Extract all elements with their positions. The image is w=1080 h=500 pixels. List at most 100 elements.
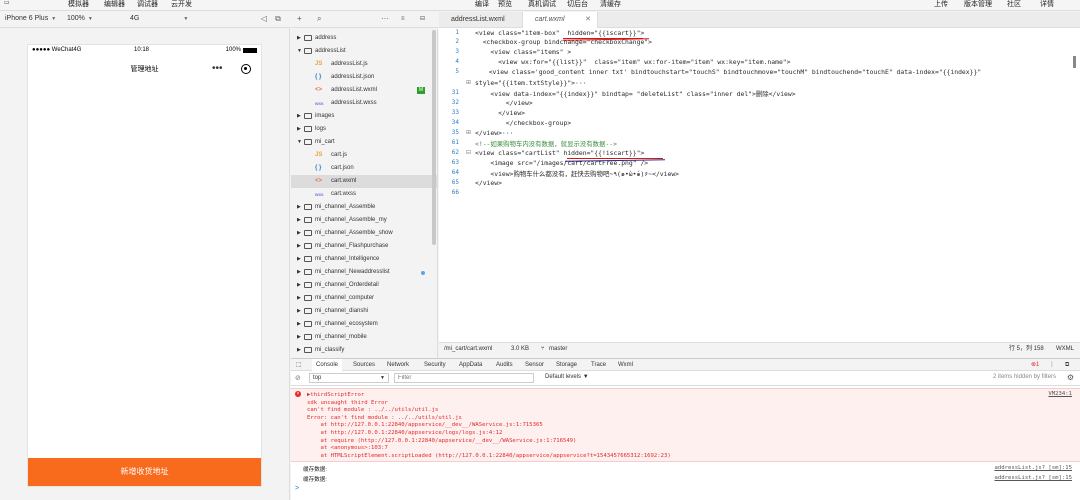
fold-icon[interactable]: ⊞	[466, 79, 471, 86]
gear-icon[interactable]: ⚙	[1067, 373, 1074, 382]
menu-upload[interactable]: 上传	[934, 0, 948, 9]
error-count-badge[interactable]: ⊗1	[1031, 359, 1039, 371]
chevron-down-icon[interactable]: ▼	[297, 45, 302, 58]
language-mode[interactable]: WXML	[1056, 343, 1074, 355]
detach-icon[interactable]: ⧉	[273, 14, 283, 24]
menu-preview[interactable]: 预览	[498, 0, 512, 9]
error-line[interactable]: at http://127.0.0.1:22840/appservice/__d…	[307, 422, 542, 428]
file-row[interactable]: <> addressList.wxml M	[291, 84, 437, 97]
context-select[interactable]: top ▼	[309, 373, 389, 383]
filetree-scrollbar[interactable]	[432, 30, 436, 245]
add-file-icon[interactable]: +	[297, 14, 302, 24]
error-line[interactable]: at <anonymous>:103:7	[307, 445, 387, 451]
chevron-right-icon[interactable]: ▶	[297, 253, 301, 266]
menu-community[interactable]: 社区	[1007, 0, 1021, 9]
chevron-right-icon[interactable]: ▶	[297, 344, 301, 357]
folder-row[interactable]: ▶ mi_channel_dianshi	[291, 305, 437, 318]
file-row[interactable]: { } addressList.json	[291, 71, 437, 84]
close-target-icon[interactable]	[241, 64, 251, 74]
folder-row[interactable]: ▶ mi_channel_Assemble	[291, 201, 437, 214]
folder-row[interactable]: ▶ mi_channel_computer	[291, 292, 437, 305]
folder-row[interactable]: ▶ mi_channel_Newaddresslist	[291, 266, 437, 279]
tab-console[interactable]: Console	[312, 359, 343, 371]
menu-remote-debug[interactable]: 真机调试	[528, 0, 556, 9]
folder-row[interactable]: ▶ images	[291, 110, 437, 123]
chevron-right-icon[interactable]: ▶	[297, 331, 301, 344]
log-source-link[interactable]: addressList.js? [sm]:15	[995, 465, 1072, 471]
chevron-right-icon[interactable]: ▶	[297, 214, 301, 227]
folder-row[interactable]: ▶ mi_channel_mobile	[291, 331, 437, 344]
chevron-right-icon[interactable]: ▶	[297, 318, 301, 331]
folder-row[interactable]: ▶ mi_channel_ecosystem	[291, 318, 437, 331]
more-icon[interactable]: ···	[381, 14, 389, 24]
more-dots-icon[interactable]: •••	[212, 62, 223, 76]
chevron-right-icon[interactable]: ▶	[297, 292, 301, 305]
mute-icon[interactable]: ◁	[259, 14, 269, 24]
tab-audits[interactable]: Audits	[496, 359, 513, 371]
sort-icon[interactable]: ≡	[401, 14, 405, 24]
tab-storage[interactable]: Storage	[556, 359, 577, 371]
filter-input[interactable]	[394, 373, 534, 383]
fold-icon[interactable]: ⊟	[466, 149, 471, 156]
chevron-right-icon[interactable]: ▶	[297, 240, 301, 253]
fold-icon[interactable]: ⊞	[466, 129, 471, 136]
error-source-link[interactable]: VM234:1	[1048, 391, 1072, 397]
add-address-button[interactable]: 新增收货地址	[28, 458, 261, 486]
tab-sources[interactable]: Sources	[353, 359, 375, 371]
tab-appdata[interactable]: AppData	[459, 359, 482, 371]
chevron-right-icon[interactable]: ▶	[297, 201, 301, 214]
folder-row[interactable]: ▶ mi_channel_Flashpurchase	[291, 240, 437, 253]
tab-wxml[interactable]: Wxml	[618, 359, 633, 371]
log-source-link[interactable]: addressList.js? [sm]:15	[995, 475, 1072, 481]
menu-clear-cache[interactable]: 清缓存	[600, 0, 621, 9]
tab-trace[interactable]: Trace	[591, 359, 606, 371]
device-select[interactable]: iPhone 6 Plus ▼	[5, 15, 56, 22]
menu-editor[interactable]: 编辑器	[104, 0, 125, 9]
more-vert-icon[interactable]: ⋮	[1049, 359, 1055, 371]
folder-row[interactable]: ▶ logs	[291, 123, 437, 136]
editor-scrollbar[interactable]	[1073, 56, 1076, 68]
file-row[interactable]: { } cart.json	[291, 162, 437, 175]
chevron-right-icon[interactable]: ▶	[297, 123, 301, 136]
error-line[interactable]: at HTMLScriptElement.scriptLoaded (http:…	[307, 453, 670, 459]
dock-icon[interactable]: ⧉	[1065, 359, 1069, 371]
folder-row[interactable]: ▼ addressList	[291, 45, 437, 58]
tab-security[interactable]: Security	[424, 359, 446, 371]
cursor-position[interactable]: 行 5，列 158	[1009, 343, 1044, 355]
menu-simulator[interactable]: 模拟器	[68, 0, 89, 9]
chevron-right-icon[interactable]: ▶	[297, 305, 301, 318]
folder-row[interactable]: ▶ mi_classify	[291, 344, 437, 357]
file-row[interactable]: <> cart.wxml	[291, 175, 437, 188]
tab-sensor[interactable]: Sensor	[525, 359, 544, 371]
folder-row[interactable]: ▼ mi_cart	[291, 136, 437, 149]
git-branch[interactable]: master	[549, 343, 567, 355]
chevron-down-icon[interactable]: ▼	[297, 136, 302, 149]
menu-background[interactable]: 切后台	[567, 0, 588, 9]
zoom-select[interactable]: 100% ▼	[67, 15, 93, 22]
file-row[interactable]: wxs addressList.wxss	[291, 97, 437, 110]
clear-console-icon[interactable]: ⊘	[295, 374, 301, 382]
chevron-right-icon[interactable]: ▶	[297, 266, 301, 279]
file-row[interactable]: JS cart.js	[291, 149, 437, 162]
menu-details[interactable]: 详情	[1040, 0, 1054, 9]
file-row[interactable]: JS addressList.js	[291, 58, 437, 71]
tab-addresslist-wxml[interactable]: addressList.wxml	[439, 12, 529, 28]
menu-version[interactable]: 版本管理	[964, 0, 992, 9]
file-row[interactable]: wxs cart.wxss	[291, 188, 437, 201]
chevron-right-icon[interactable]: ▶	[297, 279, 301, 292]
tab-network[interactable]: Network	[387, 359, 409, 371]
menu-cloud[interactable]: 云开发	[171, 0, 192, 9]
folder-row[interactable]: ▶ mi_channel_Assemble_my	[291, 214, 437, 227]
chevron-right-icon[interactable]: ▶	[297, 32, 301, 45]
tab-cart-wxml[interactable]: cart.wxml ✕	[522, 12, 598, 28]
folder-row[interactable]: ▶ mi_channel_Intelligence	[291, 253, 437, 266]
code-editor[interactable]: 1 2 3 4 5 31 32 33 34 35 61 62 63 64 65 66 <view class=…	[439, 28, 1080, 342]
console-prompt[interactable]: >	[295, 485, 299, 492]
search-icon[interactable]: ⌕	[317, 14, 321, 24]
folder-row[interactable]: ▶ mi_channel_Assemble_show	[291, 227, 437, 240]
folder-row[interactable]: ▶ address	[291, 32, 437, 45]
error-line[interactable]: at http://127.0.0.1:22840/appservice/log…	[307, 430, 502, 436]
network-select[interactable]: 4G ▼	[130, 15, 188, 22]
chevron-right-icon[interactable]: ▶	[297, 110, 301, 123]
collapse-icon[interactable]: ⊟	[420, 14, 425, 24]
